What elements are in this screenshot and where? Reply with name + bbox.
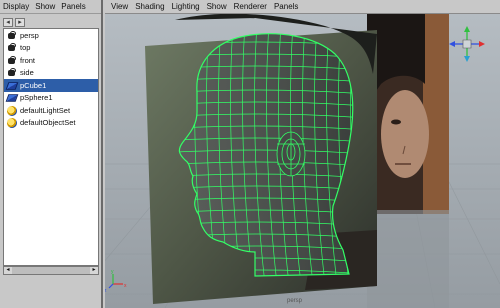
set-icon bbox=[7, 118, 17, 128]
outliner-horizontal-scrollbar[interactable]: ◂ ▸ bbox=[3, 266, 99, 275]
viewport-menubar: View Shading Lighting Show Renderer Pane… bbox=[105, 0, 500, 14]
front-reference-plane[interactable] bbox=[367, 14, 449, 308]
scene-canvas[interactable]: x y z persp bbox=[105, 14, 500, 308]
perspective-viewport[interactable]: View Shading Lighting Show Renderer Pane… bbox=[105, 0, 500, 308]
list-item[interactable]: persp bbox=[4, 29, 98, 42]
menu-renderer[interactable]: Renderer bbox=[234, 2, 267, 11]
set-icon bbox=[7, 105, 17, 116]
collapse-right-button[interactable]: ▸ bbox=[15, 17, 25, 27]
menu-view[interactable]: View bbox=[111, 2, 128, 11]
list-item[interactable]: defaultObjectSet bbox=[4, 117, 98, 130]
list-item[interactable]: front bbox=[4, 54, 98, 67]
outliner-menubar: Display Show Panels bbox=[0, 0, 101, 14]
list-item-label: pCube1 bbox=[20, 80, 47, 90]
camera-icon bbox=[7, 68, 17, 78]
list-item[interactable]: pSphere1 bbox=[4, 92, 98, 105]
list-item-label: front bbox=[20, 55, 36, 65]
list-item-label: side bbox=[20, 68, 34, 78]
mesh-icon bbox=[5, 94, 19, 102]
list-item-label: defaultObjectSet bbox=[20, 118, 76, 128]
camera-icon bbox=[7, 43, 17, 53]
menu-shading[interactable]: Shading bbox=[135, 2, 164, 11]
list-item-label: pSphere1 bbox=[20, 93, 53, 103]
menu-lighting[interactable]: Lighting bbox=[172, 2, 200, 11]
scroll-right-icon[interactable]: ▸ bbox=[90, 267, 98, 274]
collapse-left-button[interactable]: ◂ bbox=[3, 17, 13, 27]
menu-panels[interactable]: Panels bbox=[61, 2, 85, 11]
list-item[interactable]: side bbox=[4, 67, 98, 80]
menu-show[interactable]: Show bbox=[207, 2, 227, 11]
list-item-label: top bbox=[20, 43, 31, 53]
camera-icon bbox=[7, 30, 17, 41]
scroll-left-icon[interactable]: ◂ bbox=[4, 267, 12, 274]
list-item-selected[interactable]: pCube1 bbox=[4, 79, 98, 92]
list-item[interactable]: defaultLightSet bbox=[4, 104, 98, 117]
mesh-icon bbox=[5, 81, 19, 90]
ear-mesh bbox=[276, 131, 306, 177]
list-item[interactable]: top bbox=[4, 42, 98, 55]
menu-panels[interactable]: Panels bbox=[274, 2, 298, 11]
outliner-panel: Display Show Panels ◂ ▸ persp top front … bbox=[0, 0, 103, 308]
menu-display[interactable]: Display bbox=[3, 2, 29, 11]
camera-label: persp bbox=[287, 298, 303, 304]
list-item-label: defaultLightSet bbox=[20, 105, 71, 115]
camera-icon bbox=[7, 55, 17, 66]
menu-show[interactable]: Show bbox=[35, 2, 55, 11]
outliner-list[interactable]: persp top front side pCube1 pSphere1 def… bbox=[3, 28, 99, 266]
list-item-label: persp bbox=[20, 30, 39, 40]
